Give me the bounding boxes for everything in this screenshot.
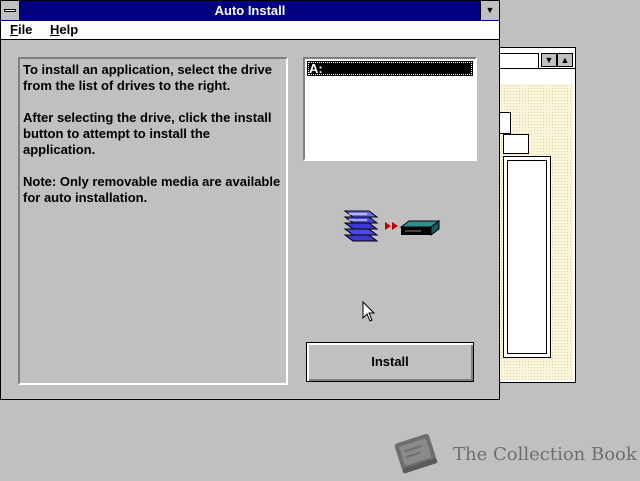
down-arrow-icon: ▼ [485,5,495,15]
background-frame [507,160,547,354]
background-frame [503,134,529,154]
drive-list-item[interactable]: A: [307,61,473,76]
instructions-panel: To install an application, select the dr… [18,57,288,385]
drive-list[interactable]: A: [303,57,477,161]
menu-bar: File Help [1,21,499,40]
minimize-button[interactable]: ▼ [480,1,499,20]
title-bar[interactable]: Auto Install ▼ [1,1,499,22]
watermark-text: The Collection Book [453,444,637,465]
mouse-pointer-icon [362,301,376,322]
scroll-up-button[interactable]: ▲ [557,53,573,67]
book-icon [394,434,438,474]
watermark: The Collection Book [388,430,637,478]
system-menu-button[interactable] [1,1,20,20]
system-menu-icon [4,9,16,12]
double-arrow-icon [385,222,398,230]
menu-file-accel: F [10,22,18,37]
background-window-toolbar: ▼ ▲ [489,50,575,69]
menu-help[interactable]: Help [50,21,78,39]
auto-install-window: Auto Install ▼ File Help To install an a… [0,0,500,400]
background-window[interactable]: ▼ ▲ [488,47,576,383]
combo-dropdown-button[interactable]: ▼ [541,53,557,67]
background-frame [499,112,511,134]
instruction-select-drive: To install an application, select the dr… [23,62,272,93]
menu-help-label: elp [59,22,79,37]
install-button[interactable]: Install [306,342,474,382]
install-graphic [343,210,441,242]
menu-file[interactable]: File [10,21,32,39]
background-window-content [491,84,573,380]
instruction-click-install: After selecting the drive, click the ins… [23,110,272,157]
window-title: Auto Install [214,3,286,18]
menu-file-label: ile [17,22,33,37]
instruction-note: Note: Only removable media are available… [23,174,281,205]
disk-drive-icon [399,220,441,236]
disk-stack-icon [343,210,379,242]
menu-help-accel: H [50,22,60,37]
